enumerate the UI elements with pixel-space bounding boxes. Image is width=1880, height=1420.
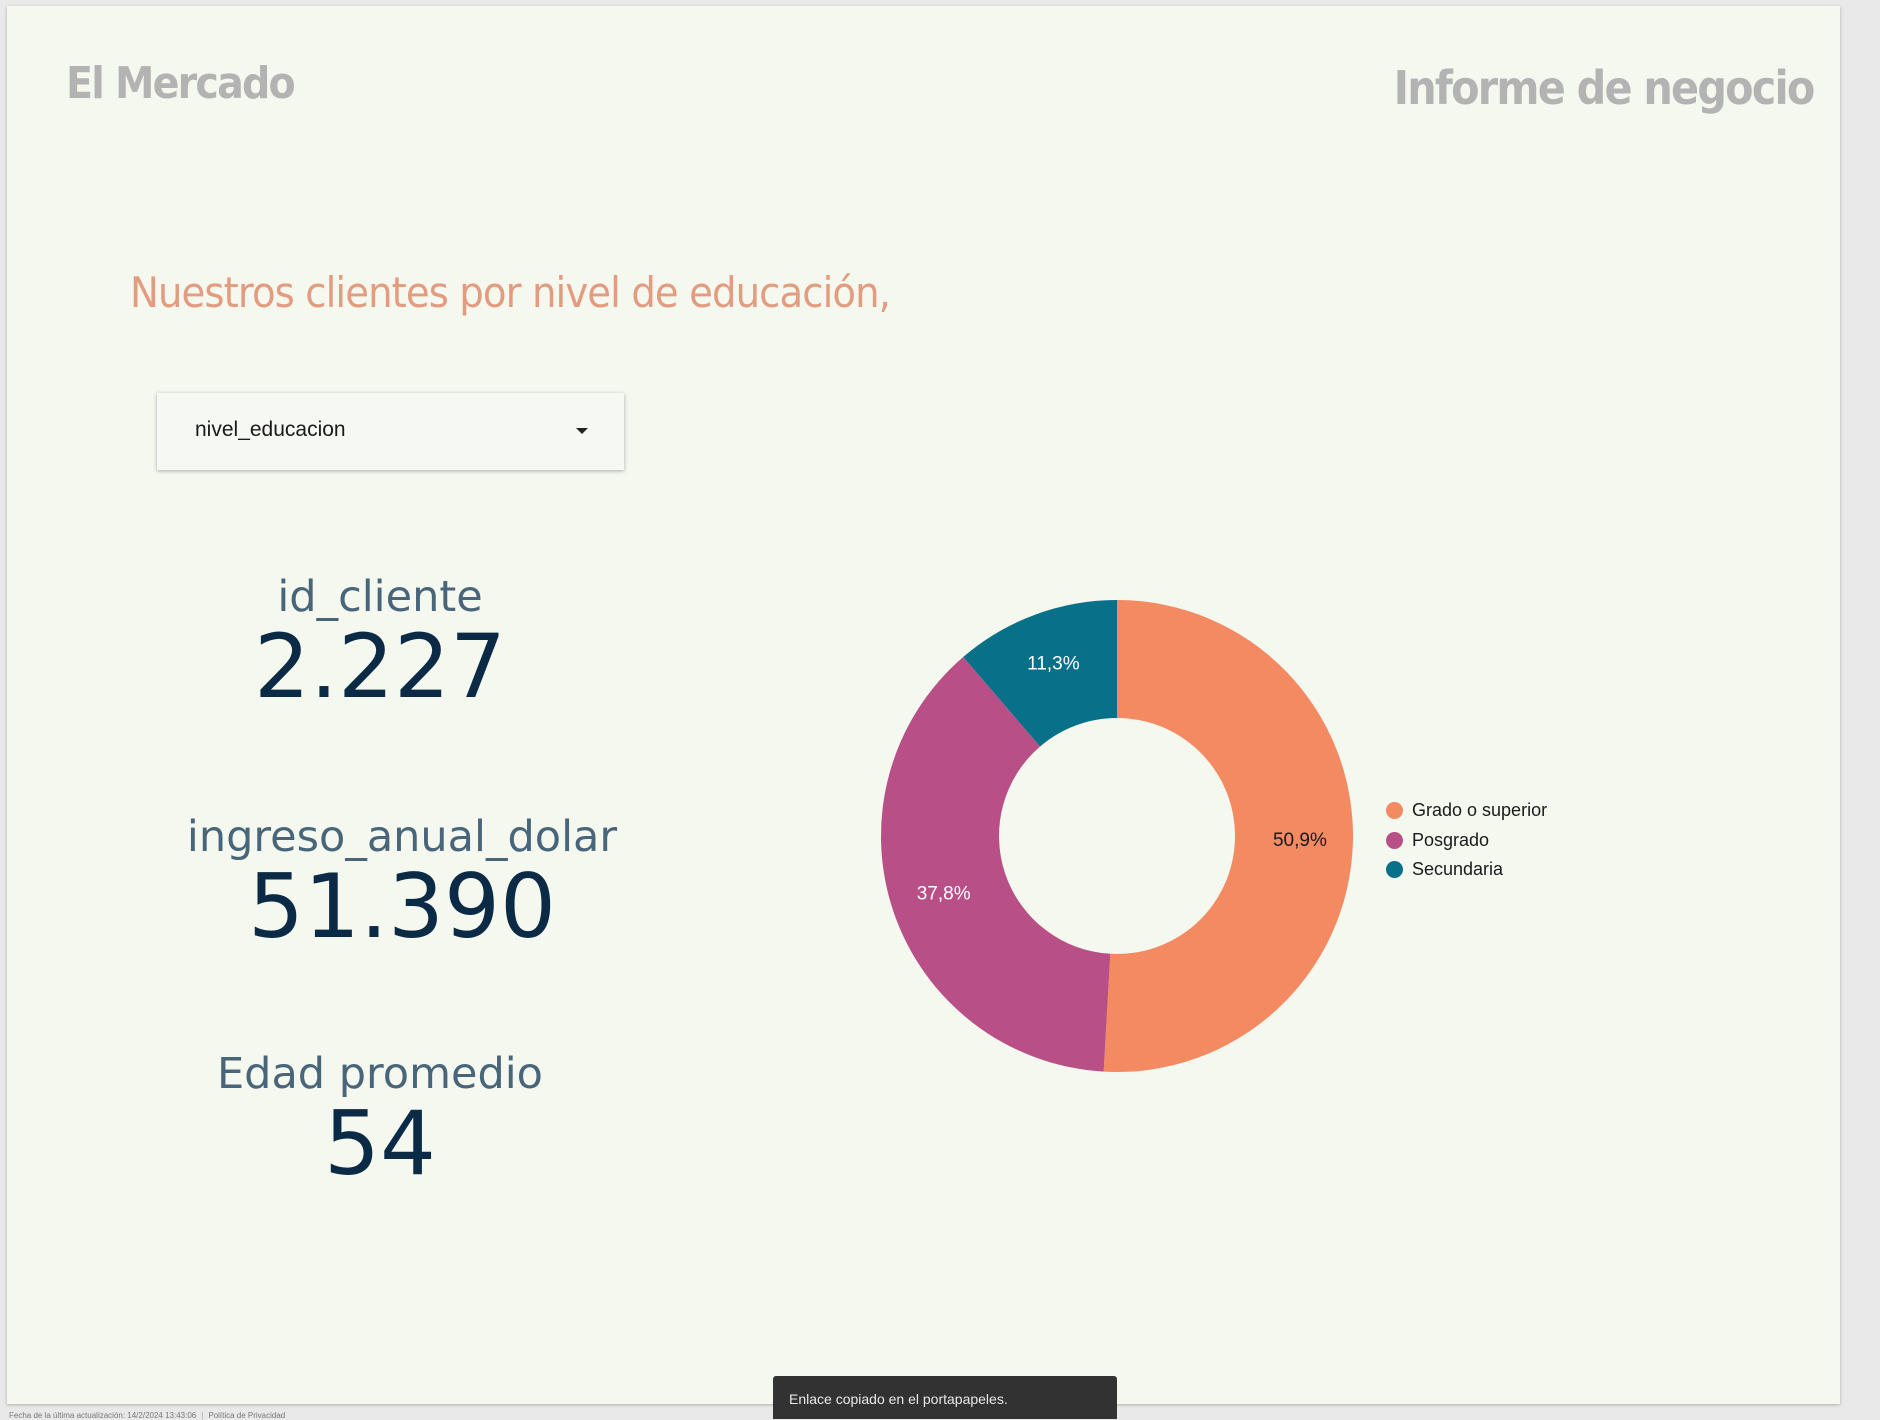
legend-label: Posgrado: [1412, 829, 1490, 850]
slice-value-label: 11,3%: [1027, 653, 1080, 674]
kpi-card-clients: id_cliente 2.227: [100, 572, 660, 719]
kpi-value: 54: [324, 1092, 436, 1196]
toast-message: Enlace copiado en el portapapeles.: [789, 1391, 1008, 1407]
slice-value-label: 50,9%: [1273, 830, 1327, 851]
legend-item-secundaria[interactable]: Secundaria: [1386, 855, 1547, 885]
caret-down-icon: [576, 428, 588, 434]
brand-title: El Mercado: [66, 58, 296, 109]
kpi-card-income: ingreso_anual_dolar 51.390: [122, 812, 682, 959]
legend-label: Secundaria: [1412, 859, 1504, 880]
snackbar-toast: Enlace copiado en el portapapeles.: [773, 1376, 1117, 1419]
education-level-filter-dropdown[interactable]: nivel_educacion: [157, 393, 624, 470]
kpi-value: 2.227: [254, 615, 506, 719]
donut-chart-svg: 50,9% 37,8% 11,3%: [880, 600, 1353, 1072]
filter-dropdown-label: nivel_educacion: [195, 418, 346, 441]
kpi-label: ingreso_anual_dolar: [186, 812, 618, 862]
legend-label: Grado o superior: [1412, 800, 1548, 821]
kpi-label: Edad promedio: [216, 1049, 543, 1099]
kpi-value: 51.390: [248, 855, 556, 959]
legend-swatch-icon: [1386, 861, 1403, 879]
kpi-card-average-age: Edad promedio 54: [100, 1049, 660, 1196]
legend-swatch-icon: [1386, 802, 1403, 820]
report-canvas: El Mercado Informe de negocio Nuestros c…: [7, 6, 1840, 1404]
chart-legend: Grado o superior Posgrado Secundaria: [1386, 796, 1547, 885]
legend-item-posgrado[interactable]: Posgrado: [1386, 826, 1547, 856]
kpi-label: id_cliente: [277, 572, 483, 622]
report-title: Informe de negocio: [1394, 61, 1816, 115]
section-heading: Nuestros clientes por nivel de educación…: [130, 268, 891, 317]
slice-value-label: 37,8%: [917, 884, 971, 905]
legend-swatch-icon: [1386, 831, 1403, 849]
education-donut-chart: 50,9% 37,8% 11,3%: [877, 596, 1357, 1076]
legend-item-grado-o-superior[interactable]: Grado o superior: [1386, 796, 1547, 826]
